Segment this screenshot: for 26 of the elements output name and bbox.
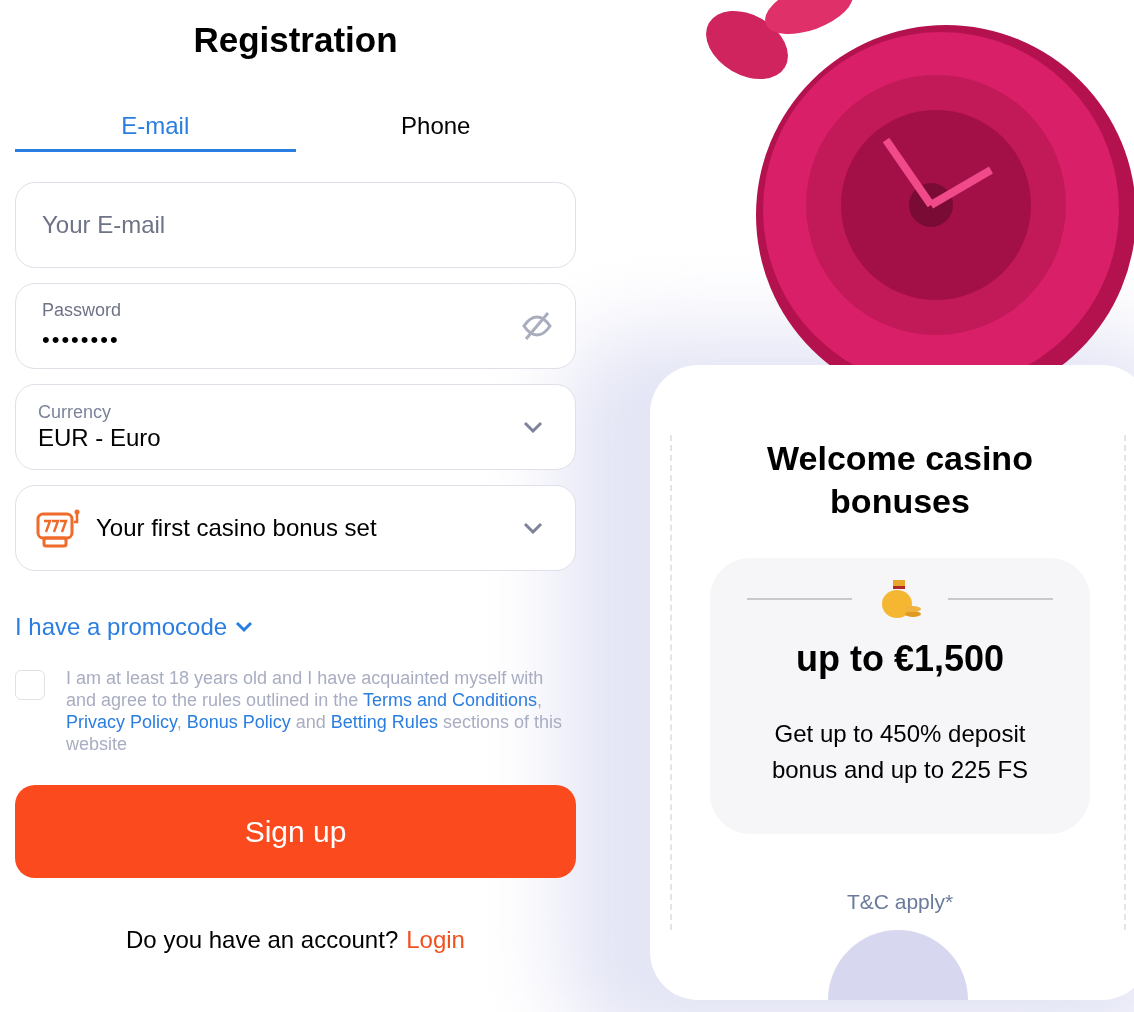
sign-up-button[interactable]: Sign up	[15, 785, 576, 878]
login-link[interactable]: Login	[406, 922, 465, 958]
policy-link[interactable]: Terms and Conditions	[362, 690, 537, 710]
bonus-amount: up to €1,500	[795, 637, 1005, 681]
policy-link[interactable]: Bonus Policy	[186, 712, 291, 732]
consent-checkbox[interactable]	[15, 670, 45, 700]
tab[interactable]: Phone	[295, 102, 576, 152]
policy-link[interactable]: Betting Rules	[330, 712, 438, 732]
bonus-description: Get up to 450% deposit bonus and up to 225 FS	[770, 719, 1030, 785]
promo-title: Welcome casino bonuses	[766, 438, 1034, 522]
chevron-down-icon	[523, 522, 543, 534]
consent-text: I am at least 18 years old and I have acquainted myself with and agree to the rules outlined in the Terms and Conditions, Privacy Policy, Bonus Policy and Betting Rules sections of this website	[66, 667, 563, 755]
hidden-eye-icon[interactable]	[521, 311, 553, 341]
email-field[interactable]: Your E-mail	[15, 182, 576, 268]
slot-machine-icon	[36, 508, 80, 548]
currency-select[interactable]: Currency EUR - Euro	[15, 384, 576, 470]
page-title: Registration	[192, 19, 399, 61]
bonus-select[interactable]: Your first casino bonus set	[15, 485, 576, 571]
chevron-down-icon	[235, 621, 254, 633]
password-field[interactable]: Password ••••••••	[15, 283, 576, 369]
tab[interactable]: E-mail	[15, 102, 296, 152]
chevron-down-icon	[523, 421, 543, 433]
policy-link[interactable]: Privacy Policy	[66, 712, 177, 732]
promocode-toggle[interactable]: I have a promocode	[15, 609, 254, 645]
terms-link[interactable]: T&C apply*	[846, 886, 954, 918]
account-prompt: Do you have an account?	[126, 925, 399, 955]
